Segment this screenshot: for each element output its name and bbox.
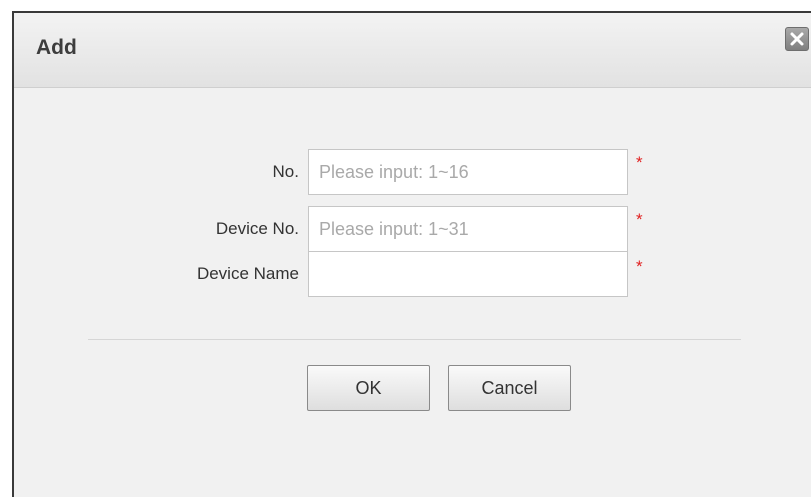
cancel-button[interactable]: Cancel [448,365,571,411]
close-icon [790,32,804,46]
device-name-label: Device Name [196,264,299,283]
device-no-required-mark: * [636,210,643,229]
device-name-input[interactable] [308,251,628,297]
dialog-titlebar: Add [14,13,811,88]
ok-button[interactable]: OK [307,365,430,411]
device-no-label: Device No. [215,219,299,238]
dialog-title: Add [36,36,77,59]
add-dialog: Add No. * Device No. * Device Name * OK … [12,11,811,497]
close-button[interactable] [785,27,809,51]
device-name-required-mark: * [636,257,643,276]
no-required-mark: * [636,153,643,172]
no-label: No. [272,162,299,181]
form-divider [88,339,741,340]
device-no-input[interactable] [308,206,628,252]
no-input[interactable] [308,149,628,195]
